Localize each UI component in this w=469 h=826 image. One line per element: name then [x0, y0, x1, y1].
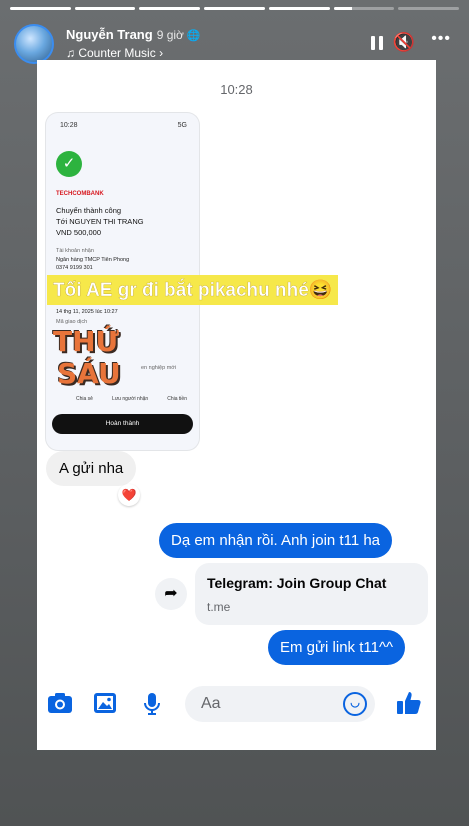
- progress-segment: [204, 7, 265, 10]
- message-composer: Aa ◡: [37, 682, 436, 730]
- story-card: 10:28 10:28 5G ✓ TECHCOMBANK Chuyển thàn…: [37, 60, 436, 750]
- progress-fill: [139, 7, 201, 10]
- progress-segment: [268, 7, 330, 10]
- heart-reaction-icon[interactable]: ❤️: [118, 484, 140, 506]
- transfer-amount: VND 500,000: [56, 228, 102, 237]
- screenshot-time: 10:28: [60, 122, 78, 129]
- avatar[interactable]: [14, 24, 54, 64]
- user-name[interactable]: Nguyễn Trang: [66, 27, 153, 42]
- progress-segment: [74, 7, 136, 10]
- account-number: 0374 9199 301: [56, 265, 93, 271]
- mute-icon[interactable]: 🔇: [393, 32, 415, 53]
- story-text-overlay: Tối AE gr đi bắt pikachu nhé😆: [47, 275, 339, 305]
- sent-message-1[interactable]: Dạ em nhận rồi. Anh join t11 ha: [159, 523, 393, 558]
- link-preview[interactable]: Telegram: Join Group Chat t.me: [195, 563, 428, 625]
- progress-segment: [10, 7, 71, 10]
- music-note-icon: ♫: [66, 46, 75, 60]
- screenshot-signal: 5G: [177, 122, 187, 129]
- progress-fill: [333, 7, 352, 10]
- user-name-row: Nguyễn Trang 9 giờ 🌐: [66, 27, 201, 42]
- pause-button[interactable]: [371, 36, 385, 52]
- screenshot-extra: en nghiệp mới: [141, 365, 177, 371]
- split-action: Chia tiền: [167, 396, 187, 402]
- done-button: Hoàn thành: [52, 414, 193, 434]
- chevron-right-icon: ›: [159, 46, 164, 60]
- story-header: Nguyễn Trang 9 giờ 🌐 ♫ Counter Music › 🔇 •…: [14, 24, 455, 64]
- link-domain: t.me: [207, 600, 231, 614]
- progress-fill: [268, 7, 330, 10]
- account-bank: Ngân hàng TMCP Tiên Phong: [56, 257, 130, 263]
- more-icon[interactable]: •••: [431, 30, 451, 48]
- progress-fill: [74, 7, 136, 10]
- success-check-icon: ✓: [56, 151, 82, 177]
- emoji-icon[interactable]: ◡: [343, 692, 367, 716]
- camera-icon[interactable]: [47, 692, 73, 720]
- time-ago: 9 giờ: [156, 28, 184, 42]
- progress-fill: [204, 7, 265, 10]
- sticker-line-1: THỨ: [53, 325, 119, 358]
- transfer-recipient: Tới NGUYEN THI TRANG: [56, 217, 144, 226]
- progress-segment: [139, 7, 201, 10]
- progress-segment: [333, 7, 395, 10]
- story-progress-bar: [10, 7, 460, 10]
- sent-message-2[interactable]: Em gửi link t11^^: [268, 630, 406, 665]
- globe-icon: 🌐: [186, 30, 201, 42]
- progress-segment: [398, 7, 460, 10]
- thumbs-up-icon[interactable]: [396, 690, 422, 722]
- progress-fill: [10, 7, 71, 10]
- transfer-date: 14 thg 11, 2025 lúc 10:27: [56, 309, 118, 315]
- sticker-line-2: SÁU: [57, 357, 121, 390]
- music-title: Counter Music: [78, 46, 156, 60]
- message-input[interactable]: Aa ◡: [185, 686, 375, 722]
- music-row[interactable]: ♫ Counter Music ›: [66, 46, 163, 60]
- message-placeholder: Aa: [201, 695, 221, 712]
- share-arrow-icon[interactable]: ➦: [155, 578, 187, 610]
- transfer-title: Chuyển thành công: [56, 206, 122, 215]
- account-label: Tài khoản nhận: [56, 248, 94, 254]
- bank-logo: TECHCOMBANK: [56, 191, 104, 197]
- chat-timestamp: 10:28: [220, 82, 253, 97]
- screenshot-status-bar: 10:28 5G: [60, 122, 187, 129]
- friday-sticker: THỨ SÁU: [51, 325, 127, 397]
- received-message[interactable]: A gửi nha: [46, 451, 137, 486]
- link-title: Telegram: Join Group Chat: [207, 575, 387, 591]
- image-icon[interactable]: [93, 692, 117, 720]
- microphone-icon[interactable]: [143, 692, 161, 722]
